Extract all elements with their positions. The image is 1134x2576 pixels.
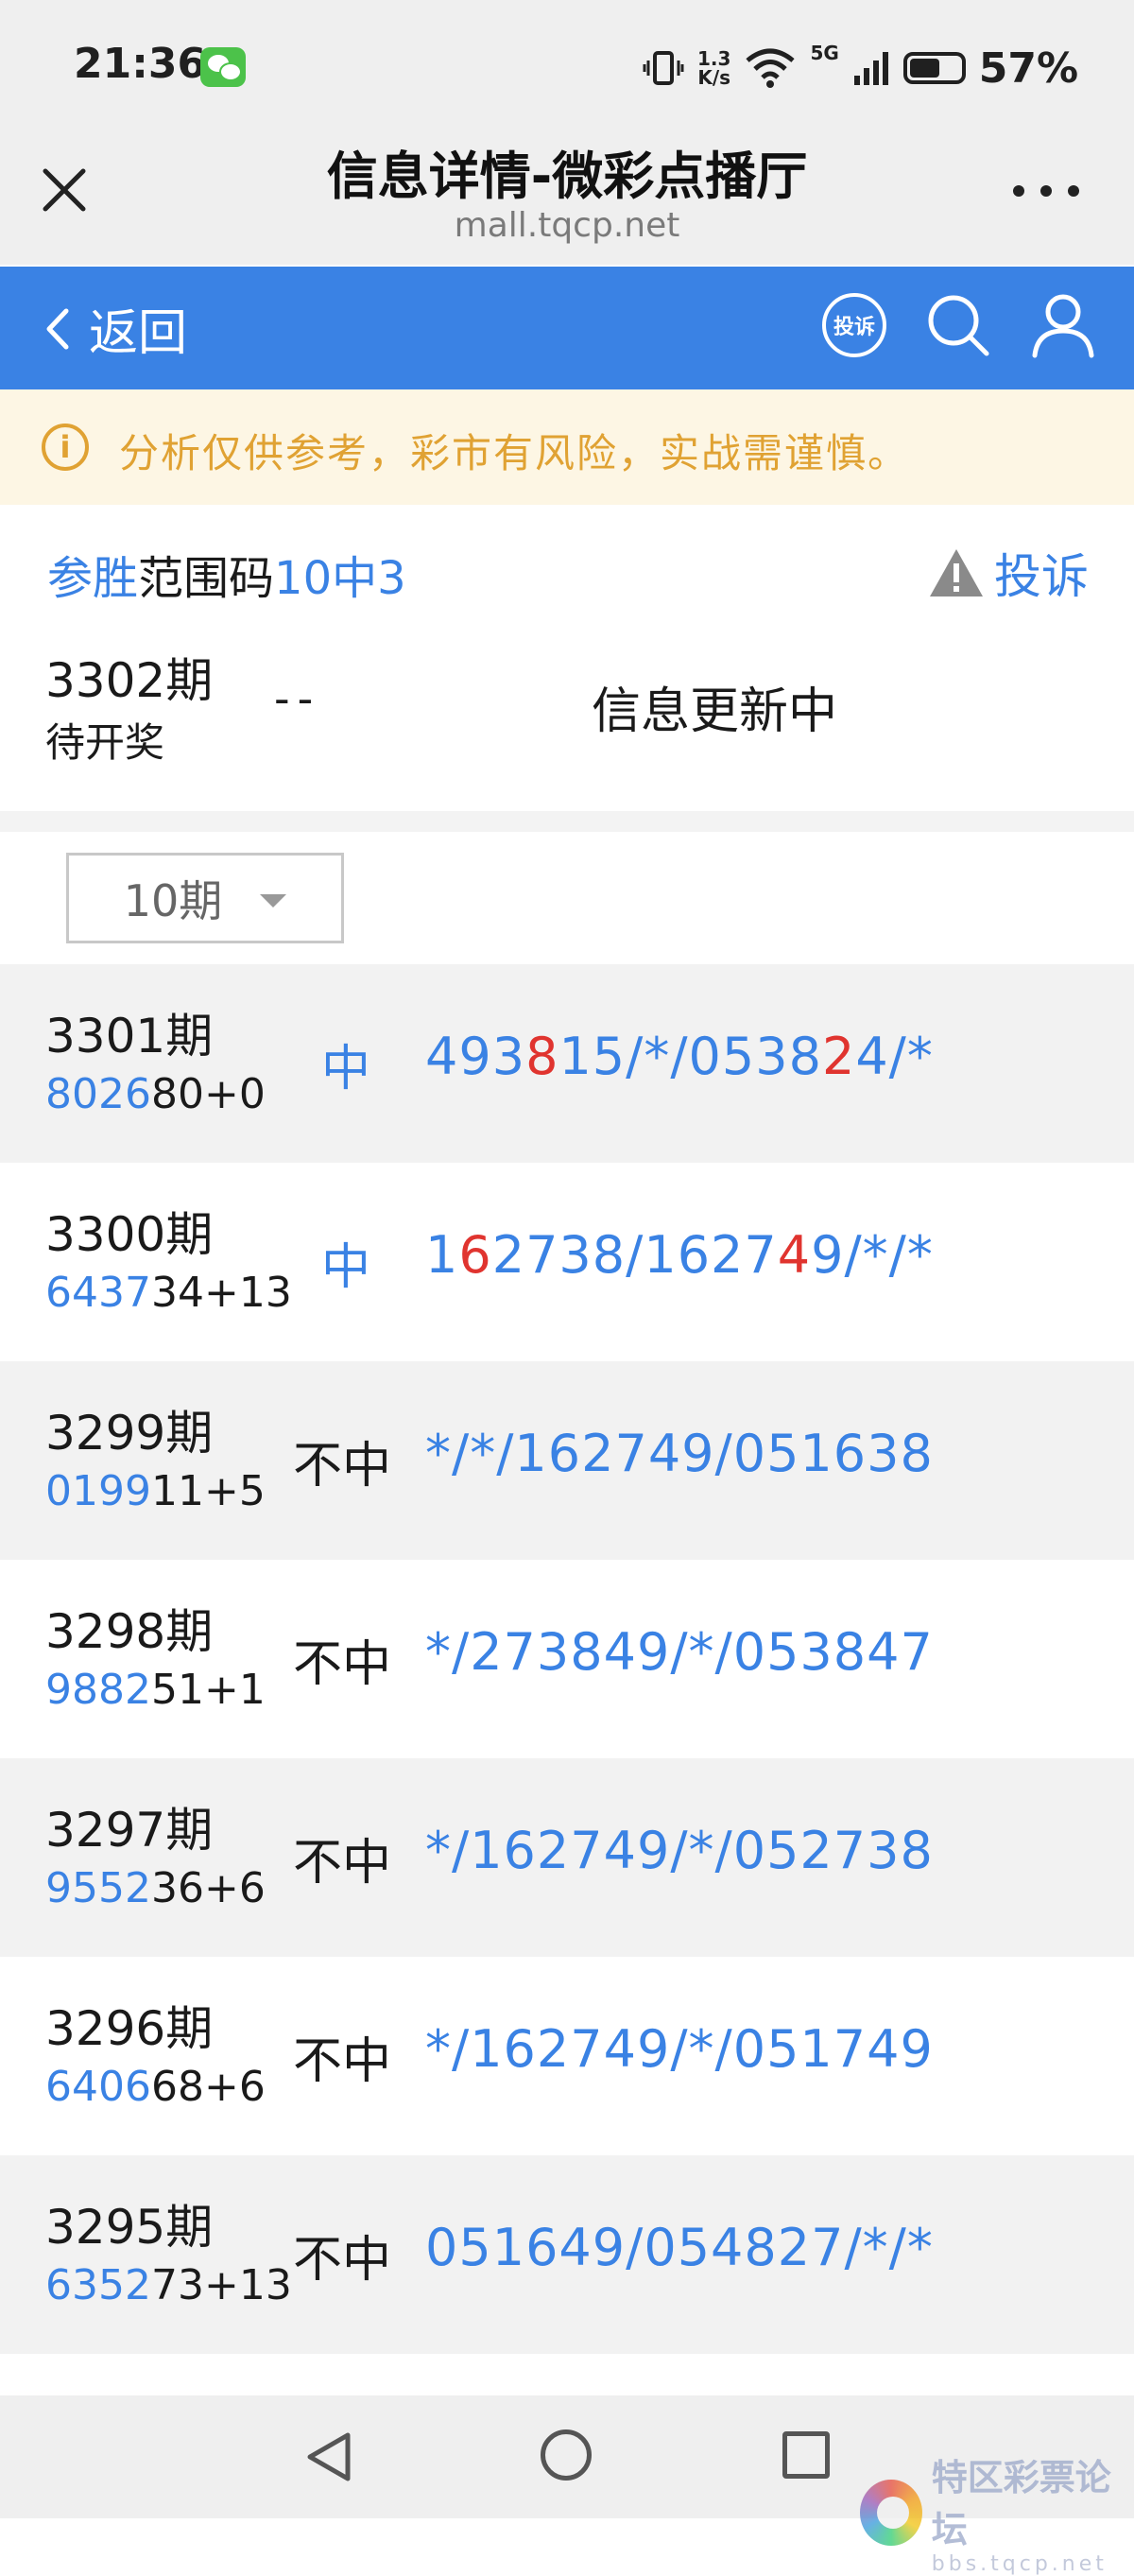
record-draw-code: 019911+5 bbox=[45, 1467, 266, 1515]
warning-triangle-icon bbox=[930, 549, 983, 596]
record-numbers: */162749/*/052738 bbox=[425, 1821, 934, 1880]
battery-icon bbox=[902, 52, 966, 84]
wechat-notification-icon bbox=[200, 47, 246, 87]
current-status: 待开奖 bbox=[45, 719, 165, 766]
record-result: 中 bbox=[321, 1041, 371, 1098]
record-row: 3299期 019911+5 不中 */*/162749/051638 bbox=[0, 1361, 1134, 1560]
watermark: 特区彩票论坛 bbs.tqcp.net bbox=[860, 2448, 1134, 2576]
nav-back-icon[interactable] bbox=[304, 2431, 353, 2482]
record-issue: 3300期 bbox=[45, 1207, 214, 1262]
record-issue: 3301期 bbox=[45, 1009, 214, 1063]
forum-logo-icon bbox=[860, 2479, 922, 2546]
more-options-icon[interactable] bbox=[1013, 185, 1079, 199]
info-circle-icon: i bbox=[42, 424, 89, 471]
record-row: 3301期 802680+0 中 493815/*/053824/* bbox=[0, 964, 1134, 1163]
nav-recent-icon[interactable] bbox=[782, 2431, 830, 2479]
record-row: 3295期 635273+13 不中 051649/054827/*/* bbox=[0, 2155, 1134, 2354]
caret-down-icon bbox=[260, 894, 287, 908]
record-draw-code: 802680+0 bbox=[45, 1070, 266, 1118]
user-icon[interactable] bbox=[1030, 291, 1096, 359]
records-list: 3301期 802680+0 中 493815/*/053824/* 3300期 6437… bbox=[0, 964, 1134, 2354]
record-result: 不中 bbox=[293, 1438, 392, 1495]
section-divider bbox=[0, 811, 1134, 832]
record-row: 3300期 643734+13 中 162738/162749/*/* bbox=[0, 1163, 1134, 1361]
record-issue: 3296期 bbox=[45, 2001, 214, 2056]
record-numbers: */162749/*/051749 bbox=[425, 2019, 934, 2079]
vibrate-icon bbox=[643, 51, 684, 85]
record-numbers: */273849/*/053847 bbox=[425, 1622, 934, 1682]
record-draw-code: 643734+13 bbox=[45, 1269, 292, 1317]
report-button[interactable]: 投诉 bbox=[928, 539, 1089, 607]
net-speed: 1.3 K/s bbox=[697, 47, 731, 89]
chevron-left-icon bbox=[46, 308, 69, 349]
record-result: 不中 bbox=[293, 2033, 392, 2090]
record-draw-code: 955236+6 bbox=[45, 1864, 266, 1912]
status-time: 21:36 bbox=[74, 40, 207, 88]
nav-actions: 投诉 bbox=[822, 291, 1096, 359]
period-select[interactable]: 10期 bbox=[66, 853, 344, 943]
record-row: 3298期 988251+1 不中 */273849/*/053847 bbox=[0, 1560, 1134, 1758]
period-select-value: 10期 bbox=[123, 875, 223, 926]
wifi-icon bbox=[746, 48, 796, 88]
nav-home-icon[interactable] bbox=[541, 2429, 592, 2481]
plan-title: 参胜范围码10中3 bbox=[47, 552, 406, 605]
record-numbers: */*/162749/051638 bbox=[425, 1424, 934, 1483]
record-issue: 3299期 bbox=[45, 1406, 214, 1461]
risk-warning-text: 分析仅供参考，彩市有风险，实战需谨慎。 bbox=[119, 430, 910, 476]
record-result: 中 bbox=[321, 1239, 371, 1296]
record-numbers: 162738/162749/*/* bbox=[425, 1225, 934, 1285]
watermark-main: 特区彩票论坛 bbox=[931, 2457, 1111, 2550]
current-info: 信息更新中 bbox=[592, 683, 838, 740]
record-issue: 3297期 bbox=[45, 1803, 214, 1858]
record-numbers: 051649/054827/*/* bbox=[425, 2218, 934, 2277]
search-icon[interactable] bbox=[924, 291, 992, 359]
complaint-icon[interactable]: 投诉 bbox=[822, 293, 886, 357]
back-button[interactable]: 返回 bbox=[43, 293, 187, 364]
signal-icon bbox=[853, 52, 888, 85]
page-title: 信息详情-微彩点播厅 bbox=[326, 147, 808, 206]
record-numbers: 493815/*/053824/* bbox=[425, 1027, 934, 1086]
record-result: 不中 bbox=[293, 1636, 392, 1693]
record-issue: 3298期 bbox=[45, 1604, 214, 1659]
network-type: 5G bbox=[810, 42, 839, 64]
record-issue: 3295期 bbox=[45, 2200, 214, 2255]
current-issue: 3302期 bbox=[45, 653, 214, 708]
record-draw-code: 640668+6 bbox=[45, 2063, 266, 2111]
battery-percent: 57% bbox=[978, 43, 1079, 93]
record-row: 3297期 955236+6 不中 */162749/*/052738 bbox=[0, 1758, 1134, 1957]
record-draw-code: 635273+13 bbox=[45, 2261, 292, 2309]
record-row: 3296期 640668+6 不中 */162749/*/051749 bbox=[0, 1957, 1134, 2155]
page-url: mall.tqcp.net bbox=[454, 206, 680, 245]
battery-fill bbox=[909, 59, 939, 78]
record-draw-code: 988251+1 bbox=[45, 1666, 266, 1714]
watermark-sub: bbs.tqcp.net bbox=[931, 2552, 1108, 2576]
status-icons: 1.3 K/s 5G 57% bbox=[643, 42, 1078, 95]
back-label: 返回 bbox=[89, 305, 188, 362]
report-label: 投诉 bbox=[994, 549, 1089, 604]
record-result: 不中 bbox=[293, 2232, 392, 2289]
current-code: -- bbox=[274, 673, 321, 724]
record-result: 不中 bbox=[293, 1835, 392, 1892]
